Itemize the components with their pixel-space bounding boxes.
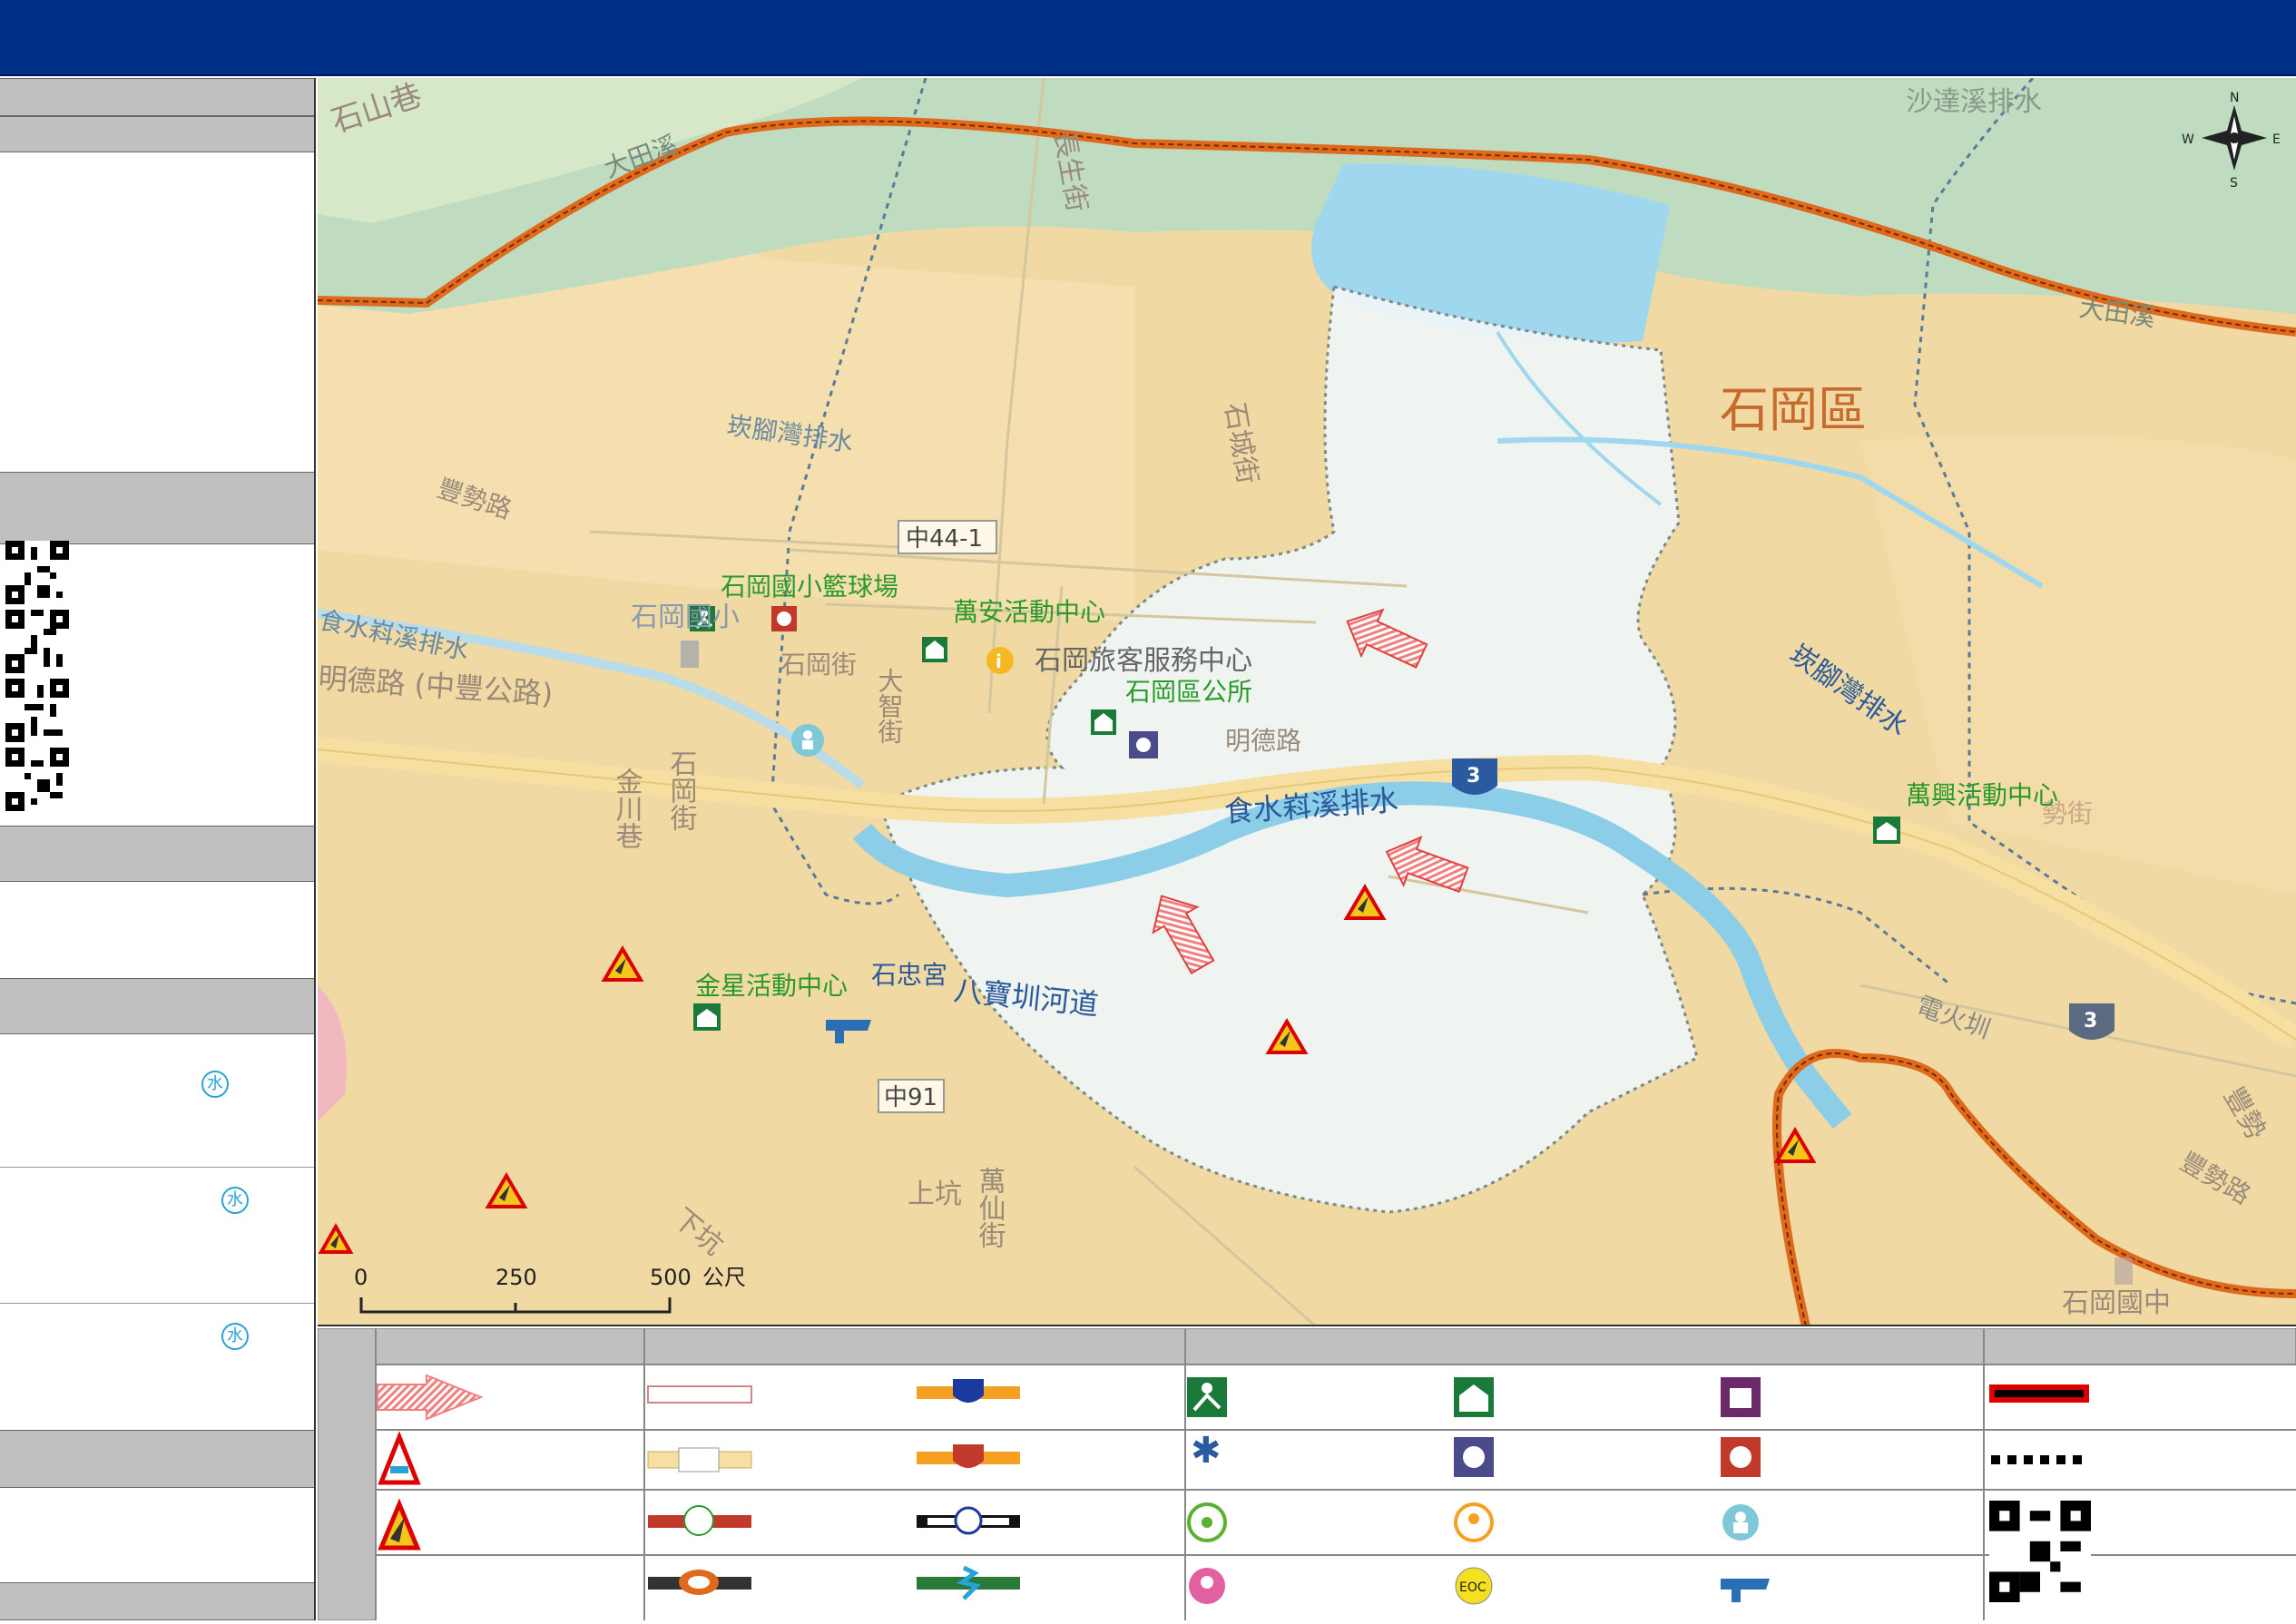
- legend-qr-code[interactable]: [1989, 1501, 2091, 1602]
- legend-side-header: [317, 1327, 377, 1621]
- road-label: 金川巷: [611, 768, 643, 849]
- compass-east: E: [2272, 132, 2281, 147]
- shelter-icon: [922, 637, 947, 662]
- water-icon-3: 水: [221, 1323, 249, 1350]
- water-icon-2: 水: [221, 1187, 249, 1214]
- legend-fire-station-icon: [1721, 1437, 1761, 1477]
- road-label: 萬仙街: [974, 1167, 1006, 1248]
- sidebar-header-2: [0, 116, 314, 152]
- sidebar-panel: 水 水 水: [0, 78, 316, 1620]
- fire-station-icon: [771, 606, 797, 631]
- facility-label: 金星活動中心: [695, 971, 848, 1001]
- sidebar-header-5: [0, 1430, 314, 1488]
- sidebar-header-6: [0, 1582, 314, 1620]
- compass-north: N: [2230, 91, 2239, 105]
- compass-south: S: [2230, 176, 2238, 191]
- legend-accessible-icon: [1187, 1502, 1227, 1542]
- legend-canvas: ✱ EOC: [317, 1327, 2296, 1621]
- creek-label: 沙達溪排水: [1906, 86, 2042, 118]
- sidebar-header-qr: [0, 472, 314, 544]
- scale-unit: 公尺: [702, 1265, 746, 1290]
- district-label: 石岡區: [1720, 381, 1867, 438]
- legend-panel: ✱ EOC: [317, 1327, 2296, 1621]
- route-91-label: 中91: [884, 1084, 937, 1111]
- legend-police-icon: [1454, 1437, 1494, 1477]
- map-area[interactable]: i 3 3 中44-1 中91 石岡區 石山巷 大田溪 大田溪 沙達溪排水 長生…: [318, 78, 2296, 1326]
- highway-shield-icon: 3: [1452, 758, 1497, 795]
- legend-sports-field-icon: [1187, 1377, 1227, 1417]
- school-label: 石岡國小: [631, 602, 740, 633]
- legend-admin-building-icon: [1721, 1377, 1761, 1417]
- emergency-shelter-icon: [693, 1003, 721, 1031]
- school-label: 石岡國中: [2062, 1287, 2171, 1319]
- compass-west: W: [2182, 132, 2194, 147]
- qr-code-2[interactable]: [5, 610, 69, 673]
- info-icon: i: [986, 647, 1014, 674]
- legend-aid-icon: [1189, 1568, 1225, 1604]
- title-bar: [0, 0, 2296, 76]
- sidebar-header-4: [0, 978, 314, 1034]
- highway-shield-icon: 3: [2069, 1003, 2114, 1040]
- school-icon: [681, 641, 699, 668]
- legend-eoc-label: EOC: [1459, 1580, 1487, 1595]
- facility-label: 萬興活動中心: [1906, 780, 2058, 810]
- shelter-icon: [1873, 817, 1900, 844]
- scale-tick-0: 0: [354, 1265, 368, 1290]
- water-icon-1: 水: [201, 1071, 229, 1098]
- map-canvas[interactable]: i 3 3 中44-1 中91 石岡區 石山巷 大田溪 大田溪 沙達溪排水 長生…: [318, 78, 2296, 1326]
- road-label: 石岡街: [665, 749, 698, 831]
- legend-road-yellow: [647, 1447, 752, 1472]
- svg-text:i: i: [996, 651, 1002, 672]
- legend-welfare-icon: [1722, 1504, 1759, 1541]
- sidebar-header-1: [0, 78, 314, 116]
- police-icon: [1129, 731, 1158, 758]
- facility-label: 石岡國小籃球場: [721, 572, 898, 602]
- legend-elderly-icon: [1454, 1502, 1494, 1542]
- road-label: 大智街: [875, 668, 905, 744]
- scale-tick-250: 250: [496, 1265, 537, 1290]
- sidebar-divider-2: [0, 1303, 314, 1304]
- legend-medical-icon: ✱: [1191, 1430, 1222, 1472]
- sidebar-header-3: [0, 826, 314, 882]
- facility-label: 萬安活動中心: [953, 597, 1105, 627]
- route-3-label-east: 3: [2084, 1010, 2097, 1032]
- qr-code-1[interactable]: [5, 541, 69, 604]
- sidebar-divider-1: [0, 1167, 314, 1168]
- scale-tick-500: 500: [650, 1265, 692, 1290]
- legend-top-header: [375, 1327, 2296, 1365]
- school-icon: [2114, 1257, 2133, 1285]
- legend-shelter-icon: [1454, 1377, 1494, 1417]
- facility-label: 石岡區公所: [1125, 677, 1252, 707]
- road-label: 明德路: [1225, 726, 1301, 756]
- shelter-icon: [1091, 709, 1116, 735]
- facility-label: 石忠宮: [871, 960, 947, 990]
- place-label: 上坑: [908, 1179, 962, 1210]
- qr-code-3[interactable]: [5, 679, 69, 742]
- facility-label: 石岡旅客服務中心: [1035, 645, 1252, 677]
- svg-text:✱: ✱: [1191, 1430, 1222, 1472]
- legend-boundary-red: [1989, 1384, 2089, 1403]
- welfare-icon: [791, 724, 824, 757]
- route-3-label: 3: [1467, 765, 1480, 788]
- qr-code-4[interactable]: [5, 748, 69, 811]
- route-44-label: 中44-1: [906, 525, 983, 553]
- road-label: 石岡街: [780, 650, 857, 680]
- legend-road-plain: [647, 1385, 752, 1404]
- legend-eoc-icon: EOC: [1455, 1567, 1493, 1605]
